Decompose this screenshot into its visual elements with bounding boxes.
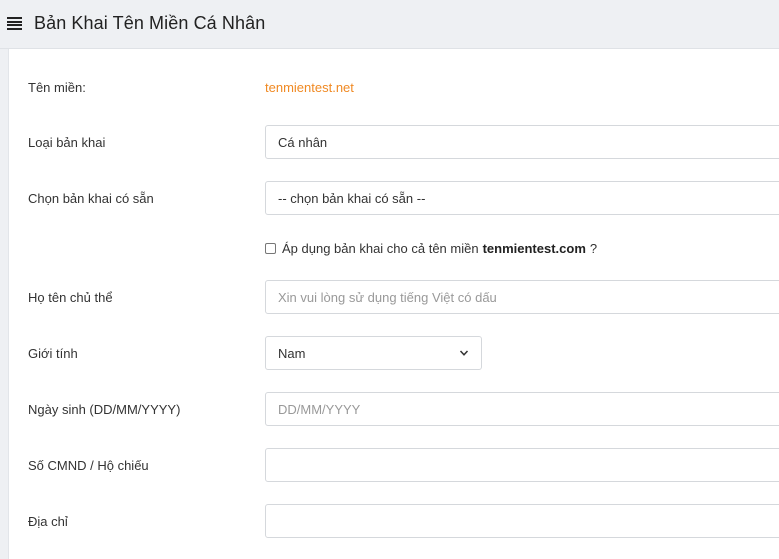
gender-value: Nam (278, 345, 306, 361)
apply-all-checkbox[interactable] (265, 243, 276, 254)
birthdate-placeholder: DD/MM/YYYY (278, 401, 361, 417)
full-name-label: Họ tên chủ thể (28, 290, 113, 305)
full-name-input[interactable]: Xin vui lòng sử dụng tiếng Việt có dấu (265, 280, 779, 314)
existing-declaration-label: Chọn bản khai có sẵn (28, 191, 154, 206)
page-title: Bản Khai Tên Miền Cá Nhân (34, 13, 266, 33)
full-name-placeholder: Xin vui lòng sử dụng tiếng Việt có dấu (278, 289, 497, 305)
id-number-input[interactable] (265, 448, 779, 482)
address-input[interactable] (265, 504, 779, 538)
declaration-type-label: Loại bản khai (28, 135, 106, 150)
gender-label: Giới tính (28, 346, 78, 361)
birthdate-input[interactable]: DD/MM/YYYY (265, 392, 779, 426)
apply-all-question: ? (589, 241, 598, 256)
declaration-type-select[interactable]: Cá nhân (265, 125, 779, 159)
id-number-label: Số CMND / Hộ chiếu (28, 458, 149, 473)
apply-all-text: Áp dụng bản khai cho cả tên miền (282, 241, 479, 256)
domain-value: tenmientest.net (265, 80, 354, 95)
address-label: Địa chỉ (28, 514, 68, 529)
gender-select[interactable]: Nam (265, 336, 482, 370)
birthdate-label: Ngày sinh (DD/MM/YYYY) (28, 402, 181, 417)
list-icon (7, 17, 22, 30)
apply-all-row: Áp dụng bản khai cho cả tên miền tenmien… (265, 241, 597, 256)
apply-all-domain: tenmientest.com (482, 241, 586, 256)
domain-label: Tên miền: (28, 80, 86, 95)
page-header: Bản Khai Tên Miền Cá Nhân (0, 0, 779, 49)
chevron-down-icon (459, 350, 469, 356)
declaration-type-value: Cá nhân (278, 134, 328, 150)
existing-declaration-value: -- chọn bản khai có sẵn -- (278, 190, 426, 206)
existing-declaration-select[interactable]: -- chọn bản khai có sẵn -- (265, 181, 779, 215)
